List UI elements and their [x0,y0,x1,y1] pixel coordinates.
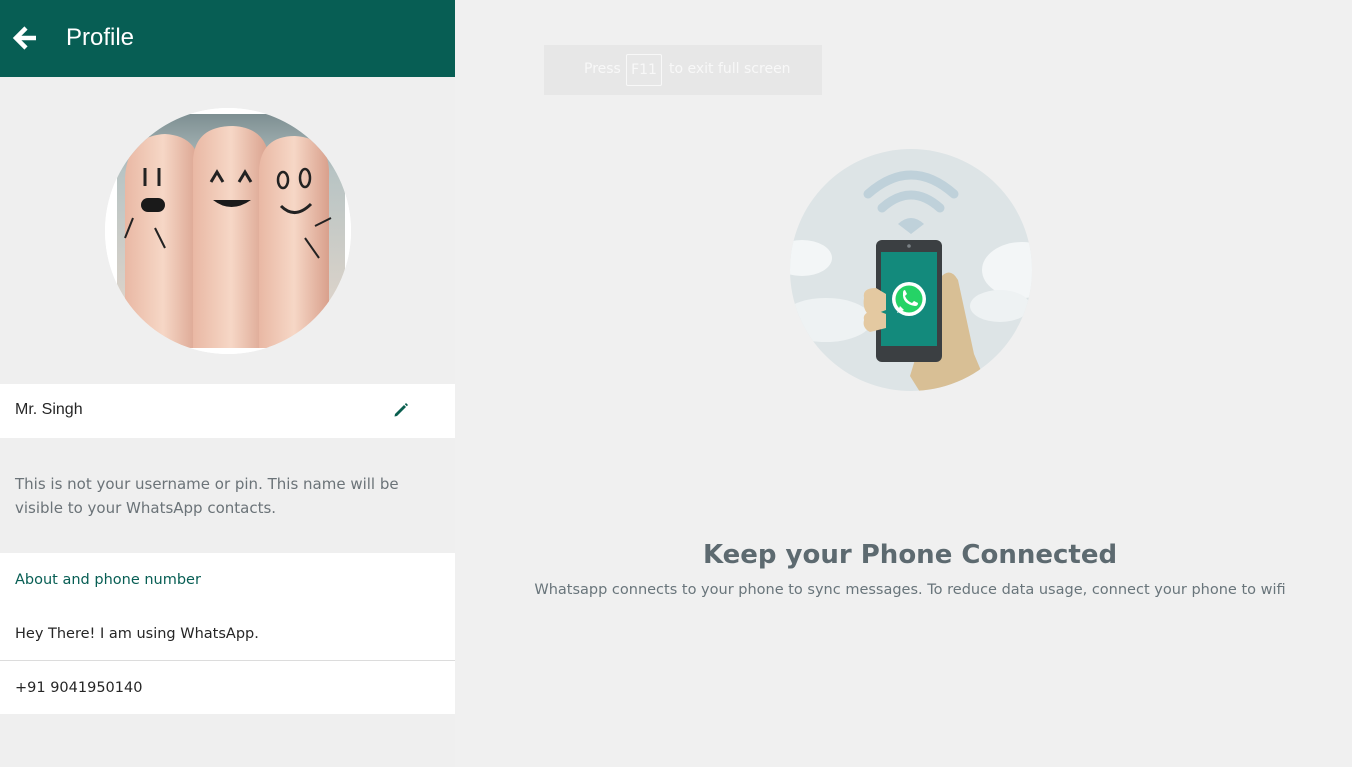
divider [0,660,455,661]
name-note: This is not your username or pin. This n… [15,475,399,517]
fullscreen-notice-key: F11 [626,54,662,86]
profile-name: Mr. Singh [15,401,83,418]
pencil-icon[interactable] [392,401,410,419]
fullscreen-notice: Press F11 to exit full screen [544,45,822,95]
connection-title: Keep your Phone Connected [702,540,1118,570]
profile-panel: Profile Mr. Singh This is not your usern… [0,0,455,767]
fullscreen-notice-rest: to exit full screen [669,61,791,77]
avatar-image [105,108,351,354]
name-row: Mr. Singh [0,384,455,438]
phone-wifi-illustration [790,149,1032,391]
page-title: Profile [66,24,135,51]
profile-header: Profile [0,0,455,77]
fullscreen-notice-press: Press [584,61,621,77]
connection-subtitle: Whatsapp connects to your phone to sync … [534,582,1286,598]
about-status[interactable]: Hey There! I am using WhatsApp. [15,626,259,642]
arrow-left-icon[interactable] [10,22,42,54]
intro-panel: Press F11 to exit full screen Keep your … [455,0,1352,767]
phone-number: +91 9041950140 [15,680,143,696]
app-window: Profile Mr. Singh This is not your usern… [0,0,1352,767]
about-heading: About and phone number [15,572,201,588]
avatar[interactable] [105,108,351,354]
about-section: About and phone number Hey There! I am u… [0,553,455,714]
